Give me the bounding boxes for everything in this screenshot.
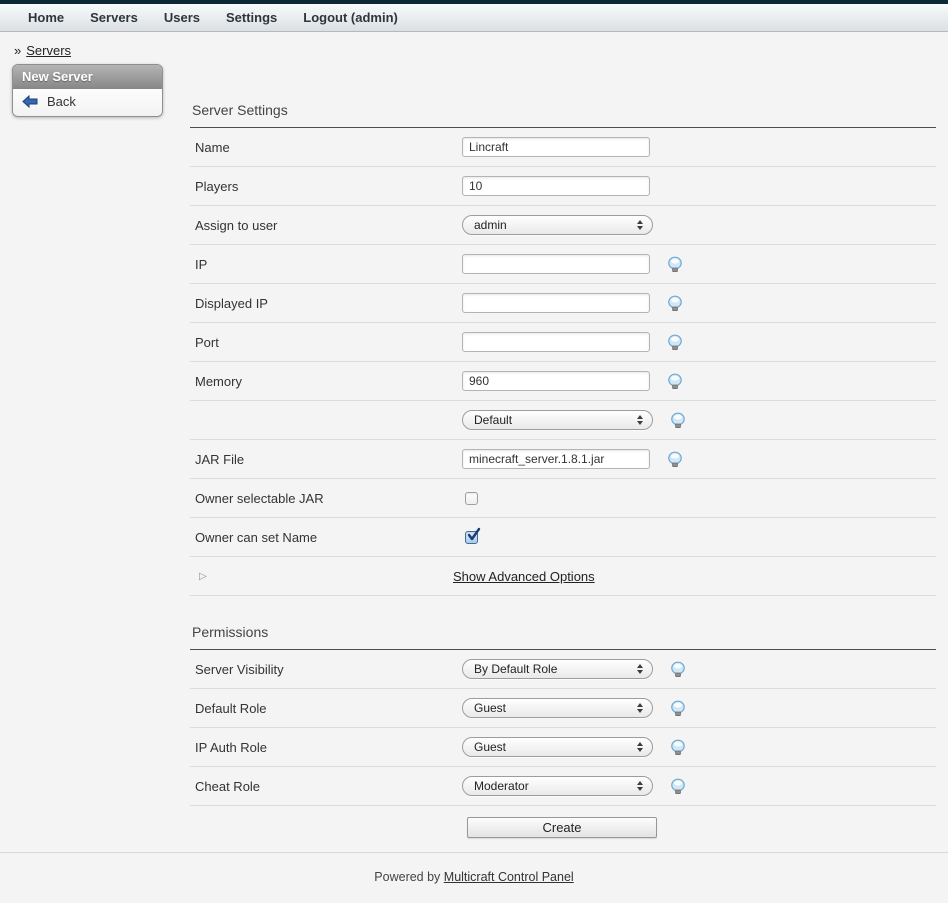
name-label: Name xyxy=(190,140,462,155)
select-value: Moderator xyxy=(474,779,637,793)
jar-file-input[interactable] xyxy=(462,449,650,469)
owner-selectable-jar-label: Owner selectable JAR xyxy=(190,491,462,506)
owner-selectable-jar-checkbox[interactable] xyxy=(465,492,478,505)
select-stepper-icon xyxy=(637,742,643,752)
assign-to-user-select[interactable]: admin xyxy=(462,215,653,235)
form-row-memory-preset: Default xyxy=(190,401,936,440)
memory-label: Memory xyxy=(190,374,462,389)
server-visibility-label: Server Visibility xyxy=(190,662,462,677)
memory-help-bulb-icon[interactable] xyxy=(667,373,683,390)
create-row: Create xyxy=(190,806,936,849)
form-row-advanced-options: ▷ Show Advanced Options xyxy=(190,557,936,596)
form-row-ip: IP xyxy=(190,245,936,284)
ip-help-bulb-icon[interactable] xyxy=(667,256,683,273)
port-label: Port xyxy=(190,335,462,350)
nav-users[interactable]: Users xyxy=(164,10,200,25)
form-row-memory: Memory xyxy=(190,362,936,401)
breadcrumb-servers-link[interactable]: Servers xyxy=(26,43,71,58)
server-visibility-select[interactable]: By Default Role xyxy=(462,659,653,679)
memory-preset-select[interactable]: Default xyxy=(462,410,653,430)
back-arrow-icon xyxy=(22,95,38,108)
ip-auth-role-label: IP Auth Role xyxy=(190,740,462,755)
memory-preset-help-bulb-icon[interactable] xyxy=(670,412,686,429)
form-row-assign-to-user: Assign to user admin xyxy=(190,206,936,245)
select-value: Guest xyxy=(474,740,637,754)
form-row-server-visibility: Server Visibility By Default Role xyxy=(190,650,936,689)
cheat-role-help-bulb-icon[interactable] xyxy=(670,778,686,795)
default-role-help-bulb-icon[interactable] xyxy=(670,700,686,717)
ip-auth-role-select[interactable]: Guest xyxy=(462,737,653,757)
name-input[interactable] xyxy=(462,137,650,157)
cheat-role-select[interactable]: Moderator xyxy=(462,776,653,796)
displayed-ip-input[interactable] xyxy=(462,293,650,313)
form-row-jar-file: JAR File xyxy=(190,440,936,479)
jar-file-label: JAR File xyxy=(190,452,462,467)
form-row-displayed-ip: Displayed IP xyxy=(190,284,936,323)
footer: Powered by Multicraft Control Panel xyxy=(0,852,948,884)
main-content: Server Settings Name Players Assign to u… xyxy=(190,58,936,849)
owner-can-set-name-checkbox[interactable] xyxy=(465,531,478,544)
select-stepper-icon xyxy=(637,415,643,425)
memory-input[interactable] xyxy=(462,371,650,391)
displayed-ip-help-bulb-icon[interactable] xyxy=(667,295,683,312)
form-row-ip-auth-role: IP Auth Role Guest xyxy=(190,728,936,767)
select-stepper-icon xyxy=(637,703,643,713)
form-row-owner-selectable-jar: Owner selectable JAR xyxy=(190,479,936,518)
server-visibility-help-bulb-icon[interactable] xyxy=(670,661,686,678)
show-advanced-options-link[interactable]: Show Advanced Options xyxy=(453,569,595,584)
ip-input[interactable] xyxy=(462,254,650,274)
multicraft-link[interactable]: Multicraft Control Panel xyxy=(444,870,574,884)
permissions-heading: Permissions xyxy=(190,596,936,650)
owner-can-set-name-label: Owner can set Name xyxy=(190,530,462,545)
select-value: Default xyxy=(474,413,637,427)
port-help-bulb-icon[interactable] xyxy=(667,334,683,351)
sidebar: New Server Back xyxy=(12,64,163,117)
breadcrumb-symbol: » xyxy=(14,43,21,58)
select-value: admin xyxy=(474,218,637,232)
nav-servers[interactable]: Servers xyxy=(90,10,138,25)
default-role-label: Default Role xyxy=(190,701,462,716)
form-row-players: Players xyxy=(190,167,936,206)
form-row-name: Name xyxy=(190,128,936,167)
select-stepper-icon xyxy=(637,220,643,230)
players-input[interactable] xyxy=(462,176,650,196)
nav-logout[interactable]: Logout (admin) xyxy=(303,10,398,25)
select-value: By Default Role xyxy=(474,662,637,676)
create-button[interactable]: Create xyxy=(467,817,657,838)
select-value: Guest xyxy=(474,701,637,715)
ip-label: IP xyxy=(190,257,462,272)
ip-auth-role-help-bulb-icon[interactable] xyxy=(670,739,686,756)
main-navbar: Home Servers Users Settings Logout (admi… xyxy=(0,4,948,32)
disclosure-triangle-icon[interactable]: ▷ xyxy=(190,571,453,582)
port-input[interactable] xyxy=(462,332,650,352)
jar-file-help-bulb-icon[interactable] xyxy=(667,451,683,468)
form-row-default-role: Default Role Guest xyxy=(190,689,936,728)
select-stepper-icon xyxy=(637,664,643,674)
nav-home[interactable]: Home xyxy=(28,10,64,25)
sidebar-back-label: Back xyxy=(47,94,76,109)
displayed-ip-label: Displayed IP xyxy=(190,296,462,311)
breadcrumb: » Servers xyxy=(14,43,948,58)
form-row-cheat-role: Cheat Role Moderator xyxy=(190,767,936,806)
form-row-owner-can-set-name: Owner can set Name xyxy=(190,518,936,557)
sidebar-title: New Server xyxy=(13,65,162,89)
default-role-select[interactable]: Guest xyxy=(462,698,653,718)
cheat-role-label: Cheat Role xyxy=(190,779,462,794)
footer-powered-by-text: Powered by xyxy=(374,870,443,884)
nav-settings[interactable]: Settings xyxy=(226,10,277,25)
select-stepper-icon xyxy=(637,781,643,791)
assign-to-user-label: Assign to user xyxy=(190,218,462,233)
players-label: Players xyxy=(190,179,462,194)
sidebar-item-back[interactable]: Back xyxy=(13,89,162,116)
server-settings-heading: Server Settings xyxy=(190,58,936,128)
form-row-port: Port xyxy=(190,323,936,362)
